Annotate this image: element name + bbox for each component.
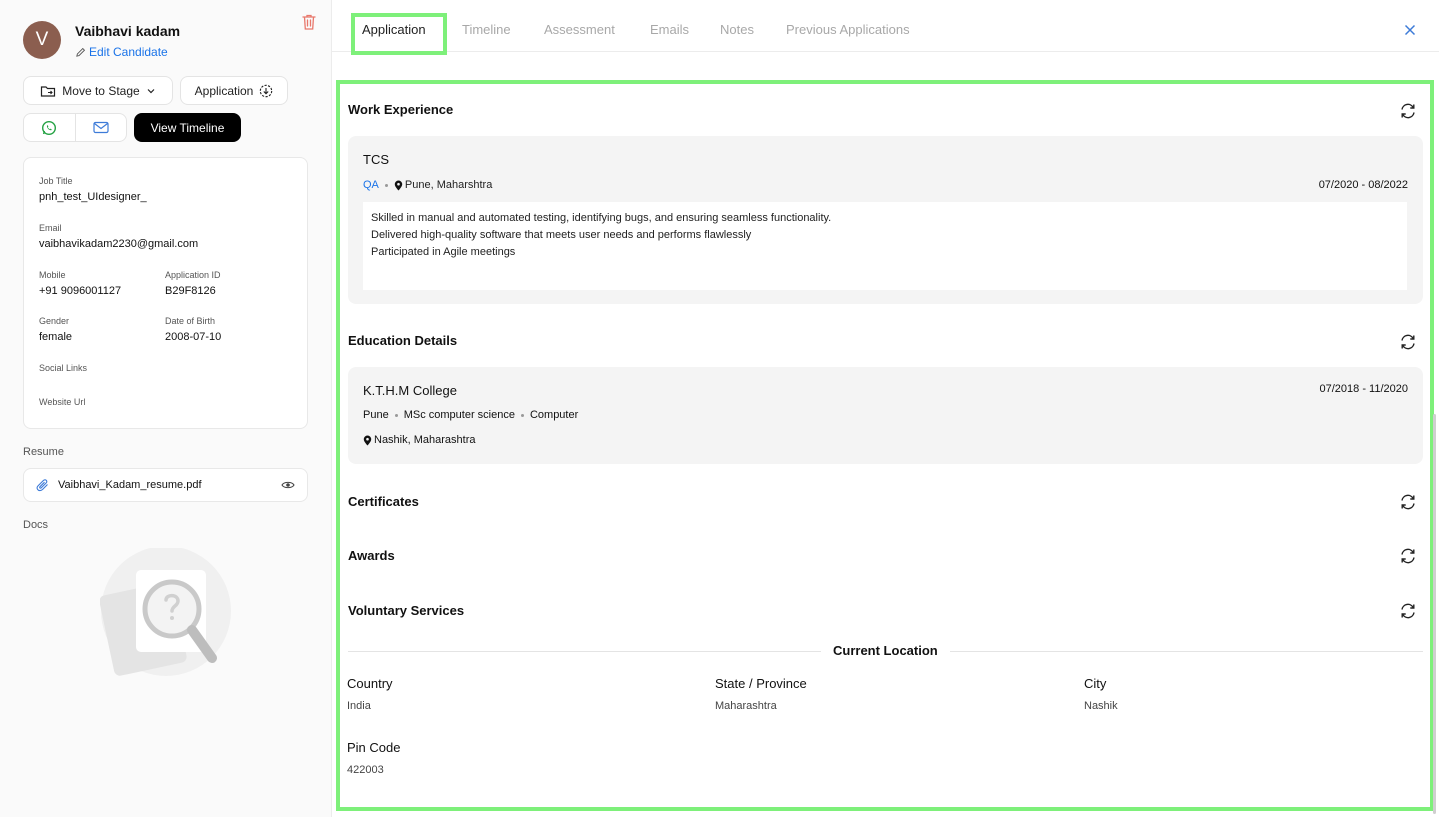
email-value: vaibhavikadam2230@gmail.com [39, 238, 199, 250]
close-icon[interactable] [1402, 22, 1418, 38]
view-timeline-button[interactable]: View Timeline [134, 113, 241, 142]
whatsapp-button[interactable] [24, 114, 76, 141]
tab-notes[interactable]: Notes [720, 22, 754, 37]
mail-icon [93, 121, 109, 134]
gender-value: female [39, 331, 73, 343]
mobile-value: +91 9096001127 [39, 285, 122, 297]
email-label: Email [39, 223, 62, 233]
application-download-button[interactable]: Application [180, 76, 288, 105]
docs-label: Docs [23, 519, 49, 531]
trash-icon[interactable] [301, 13, 317, 31]
paperclip-icon [36, 479, 48, 492]
job-title-value: pnh_test_UIdesigner_ [39, 191, 147, 203]
dob-value: 2008-07-10 [165, 331, 222, 343]
whatsapp-icon [42, 120, 57, 135]
candidate-info-card: Job Title pnh_test_UIdesigner_ Email vai… [23, 157, 308, 429]
tab-previous-applications[interactable]: Previous Applications [786, 22, 910, 37]
resume-label: Resume [23, 446, 64, 458]
application-detail-panel: Application Timeline Assessment Emails N… [331, 0, 1439, 817]
resume-file-row[interactable]: Vaibhavi_Kadam_resume.pdf [23, 468, 308, 502]
chevron-down-icon [147, 88, 155, 93]
resume-filename: Vaibhavi_Kadam_resume.pdf [58, 479, 202, 491]
move-to-stage-button[interactable]: Move to Stage [23, 76, 173, 105]
detail-tabs: Application Timeline Assessment Emails N… [332, 0, 1439, 55]
folder-move-icon [41, 85, 56, 97]
download-circle-icon [260, 84, 273, 97]
edit-candidate-label: Edit Candidate [89, 45, 168, 59]
tab-timeline[interactable]: Timeline [462, 22, 511, 37]
active-tab-highlight [351, 13, 447, 55]
tab-emails[interactable]: Emails [650, 22, 689, 37]
candidate-sidebar: V Vaibhavi kadam Edit Candidate Move to … [0, 0, 331, 817]
no-documents-illustration [100, 548, 231, 676]
application-id-value: B29F8126 [165, 285, 216, 297]
content-highlight-frame [336, 80, 1434, 811]
mobile-label: Mobile [39, 270, 66, 280]
job-title-label: Job Title [39, 176, 73, 186]
edit-candidate-link[interactable]: Edit Candidate [75, 45, 168, 59]
dob-label: Date of Birth [165, 316, 216, 326]
website-url-label: Website Url [39, 397, 86, 407]
candidate-name: Vaibhavi kadam [75, 23, 181, 39]
social-links-label: Social Links [39, 363, 88, 373]
pencil-icon [76, 47, 86, 57]
email-button[interactable] [76, 114, 127, 141]
move-to-stage-label: Move to Stage [62, 83, 140, 98]
avatar: V [23, 21, 61, 59]
eye-icon[interactable] [281, 480, 295, 490]
application-id-label: Application ID [165, 270, 221, 280]
contact-buttons [23, 113, 127, 142]
tab-assessment[interactable]: Assessment [544, 22, 615, 37]
scrollbar[interactable] [1433, 414, 1436, 814]
application-button-label: Application [194, 83, 254, 98]
gender-label: Gender [39, 316, 70, 326]
